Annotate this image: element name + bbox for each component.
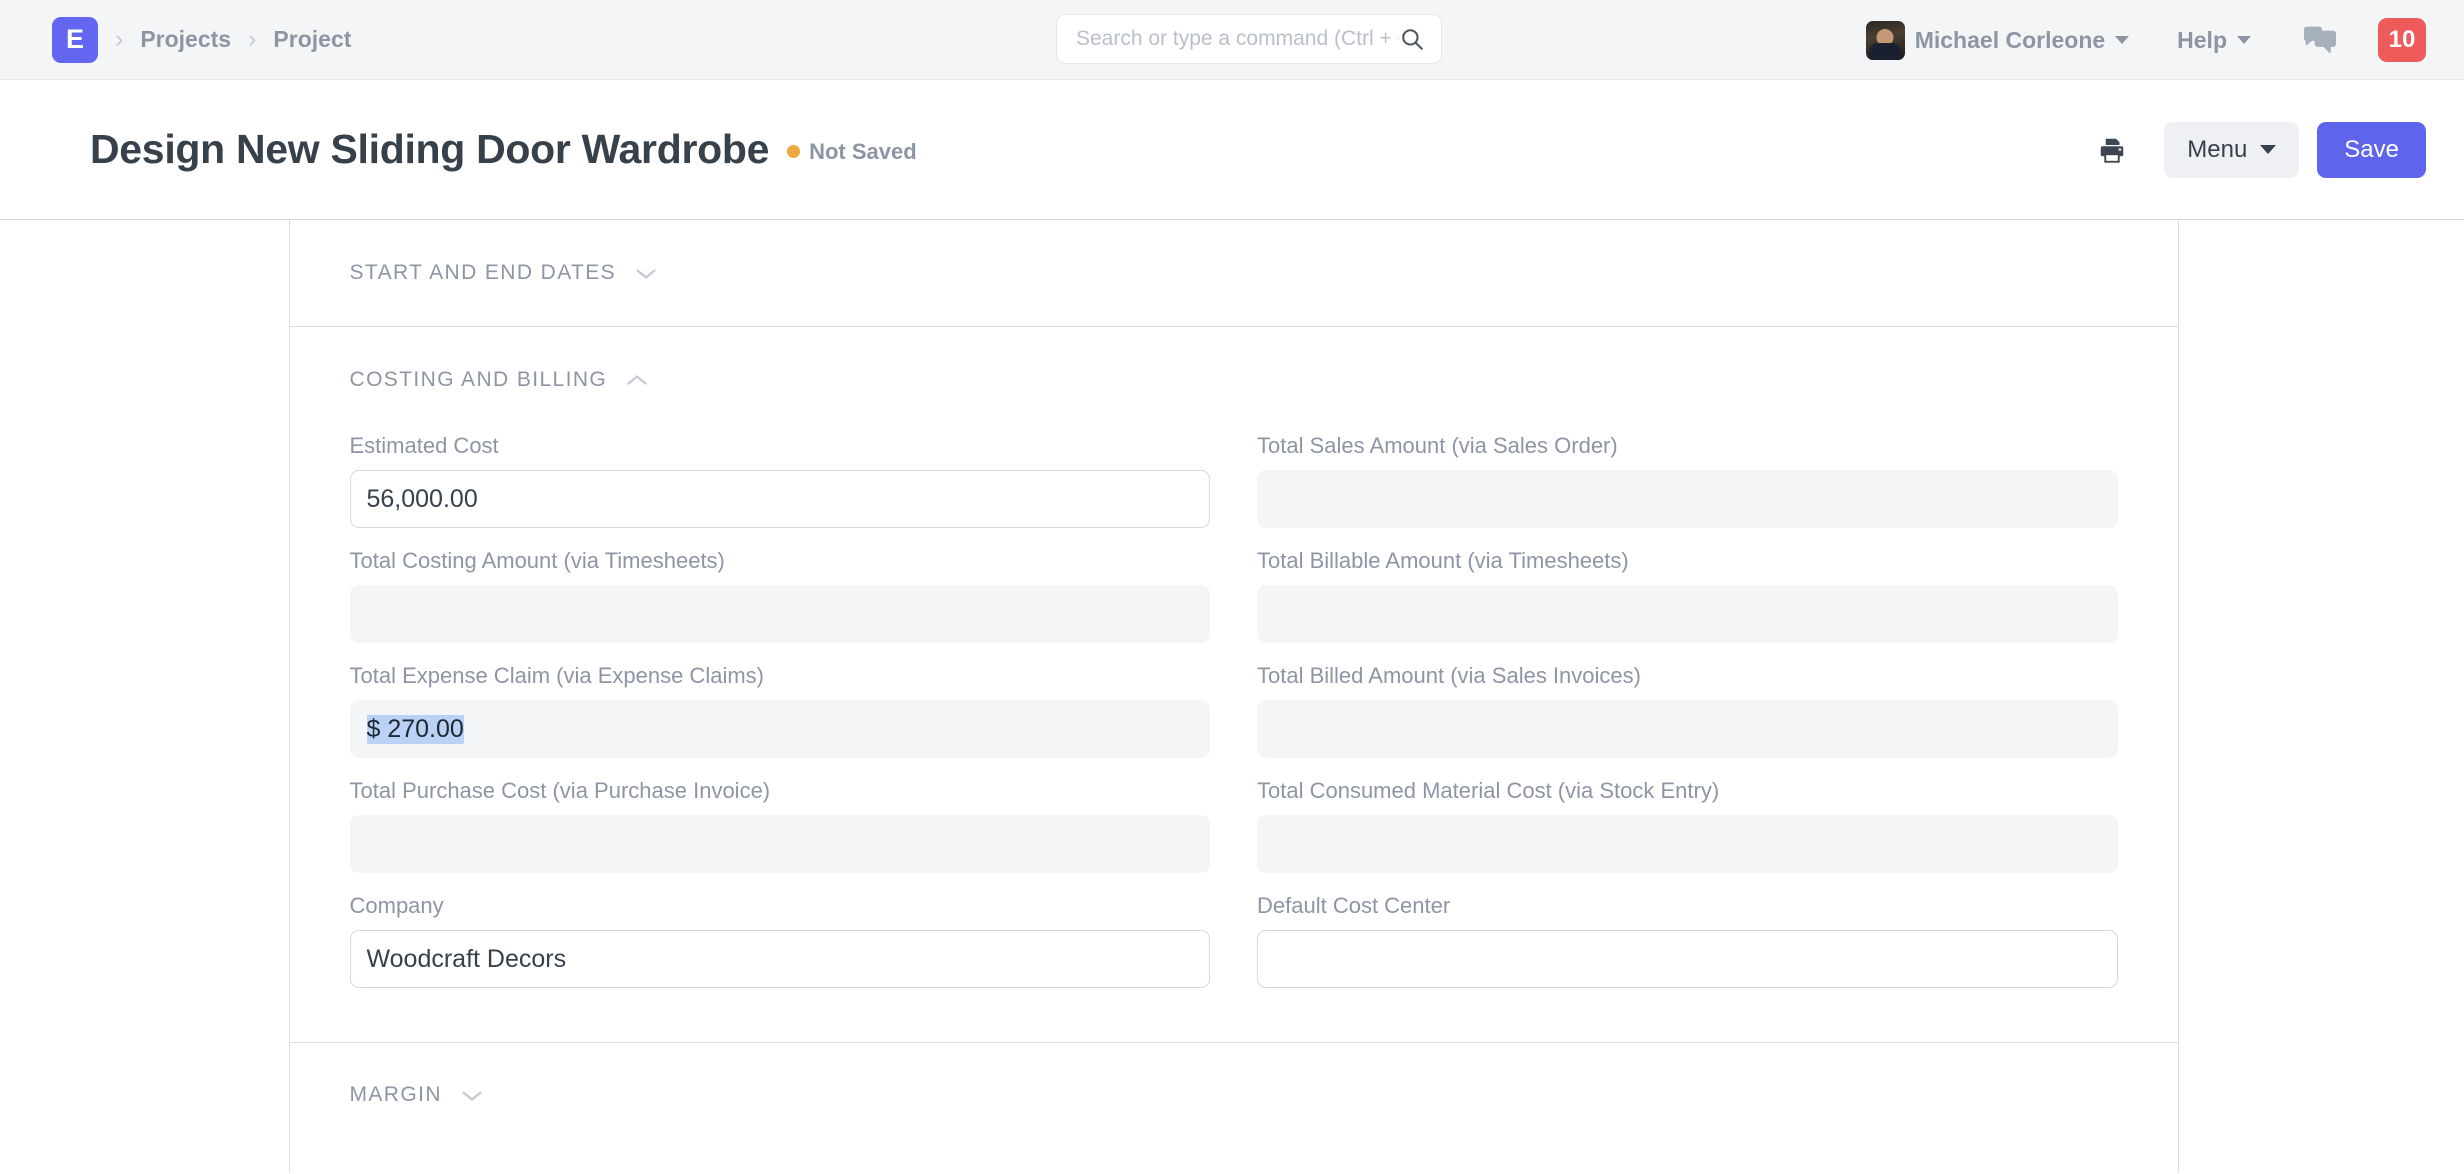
global-search[interactable] <box>1056 14 1442 64</box>
company-input[interactable]: Woodcraft Decors <box>349 930 1210 988</box>
field-total-sales-amount: Total Sales Amount (via Sales Order) <box>1257 433 2118 528</box>
printer-icon <box>2101 138 2124 163</box>
total-expense-claim-value: $ 270.00 <box>349 700 1210 758</box>
field-company: Company Woodcraft Decors <box>349 893 1210 988</box>
field-label: Total Costing Amount (via Timesheets) <box>349 548 725 573</box>
user-menu[interactable]: Michael Corleone <box>1865 20 2130 60</box>
total-costing-amount-value <box>349 585 1210 643</box>
field-total-expense-claim: Total Expense Claim (via Expense Claims)… <box>349 663 1210 758</box>
breadcrumb: E › Projects › Project <box>52 16 351 63</box>
section-header-start-and-end-dates[interactable]: Start and End Dates <box>350 220 2118 326</box>
field-label: Total Purchase Cost (via Purchase Invoic… <box>349 778 771 803</box>
app-logo[interactable]: E <box>52 16 98 63</box>
chevron-down-icon <box>2115 36 2130 44</box>
menu-button[interactable]: Menu <box>2164 121 2300 178</box>
save-button[interactable]: Save <box>2317 121 2426 178</box>
default-cost-center-input[interactable] <box>1257 930 2118 988</box>
section-title: Margin <box>349 1083 442 1106</box>
costing-and-billing-fields: Estimated Cost 56,000.00 Total Sales Amo… <box>349 433 2118 1042</box>
search-input[interactable] <box>1076 27 1399 51</box>
estimated-cost-input[interactable]: 56,000.00 <box>349 470 1210 528</box>
total-purchase-cost-value <box>349 815 1210 873</box>
breadcrumb-separator-icon: › <box>248 25 257 53</box>
section-header-costing-and-billing[interactable]: Costing and Billing <box>350 327 2118 433</box>
field-total-billed-amount: Total Billed Amount (via Sales Invoices) <box>1257 663 2118 758</box>
section-margin: Margin <box>290 1043 2178 1147</box>
page-title: Design New Sliding Door Wardrobe <box>90 126 770 172</box>
breadcrumb-separator-icon: › <box>115 25 124 53</box>
field-total-consumed-material-cost: Total Consumed Material Cost (via Stock … <box>1257 778 2118 873</box>
search-icon <box>1399 26 1425 52</box>
section-start-and-end-dates: Start and End Dates <box>289 220 2178 327</box>
field-total-costing-amount: Total Costing Amount (via Timesheets) <box>349 548 1210 643</box>
total-consumed-material-cost-value <box>1257 815 2118 873</box>
total-billable-amount-value <box>1257 585 2118 643</box>
field-label: Total Sales Amount (via Sales Order) <box>1257 433 1618 458</box>
field-label: Total Billed Amount (via Sales Invoices) <box>1257 663 1641 688</box>
field-total-billable-amount: Total Billable Amount (via Timesheets) <box>1257 548 2118 643</box>
chevron-down-icon[interactable] <box>461 1089 483 1102</box>
print-button[interactable] <box>2086 124 2138 176</box>
section-header-margin[interactable]: Margin <box>350 1043 2118 1147</box>
help-menu[interactable]: Help <box>2177 27 2251 54</box>
section-title: Costing and Billing <box>349 368 608 391</box>
help-menu-label: Help <box>2177 26 2227 53</box>
field-default-cost-center: Default Cost Center <box>1257 893 2118 988</box>
field-label: Company <box>349 893 444 918</box>
field-total-purchase-cost: Total Purchase Cost (via Purchase Invoic… <box>349 778 1210 873</box>
field-estimated-cost: Estimated Cost 56,000.00 <box>349 433 1210 528</box>
total-billed-amount-value <box>1257 700 2118 758</box>
form-container: Start and End Dates Costing and Billing … <box>288 220 2179 1173</box>
chevron-up-icon[interactable] <box>626 374 648 387</box>
breadcrumb-item-project[interactable]: Project <box>273 26 351 53</box>
chevron-down-icon[interactable] <box>635 267 657 280</box>
status-badge: Not Saved <box>787 139 917 165</box>
breadcrumb-item-projects[interactable]: Projects <box>140 26 231 53</box>
section-title: Start and End Dates <box>349 261 617 284</box>
field-label: Total Billable Amount (via Timesheets) <box>1257 548 1629 573</box>
navbar-right-actions: Michael Corleone Help 10 <box>1849 0 2426 80</box>
field-value: 56,000.00 <box>366 484 478 513</box>
top-navbar: E › Projects › Project Michael Corleone … <box>0 0 2464 80</box>
field-label: Estimated Cost <box>349 433 499 458</box>
status-dot-icon <box>787 145 801 158</box>
user-menu-label: Michael Corleone <box>1914 26 2106 53</box>
field-label: Total Consumed Material Cost (via Stock … <box>1257 778 1720 803</box>
chevron-down-icon <box>2260 145 2277 154</box>
notification-badge[interactable]: 10 <box>2378 18 2426 62</box>
page-body: Start and End Dates Costing and Billing … <box>0 220 2464 1173</box>
total-sales-amount-value <box>1257 470 2118 528</box>
field-value: Woodcraft Decors <box>366 944 567 973</box>
field-label: Default Cost Center <box>1257 893 1451 918</box>
menu-button-label: Menu <box>2187 135 2248 163</box>
page-title-group: Design New Sliding Door Wardrobe Not Sav… <box>90 126 917 173</box>
chat-bubbles-icon <box>2304 26 2336 53</box>
section-costing-and-billing: Costing and Billing Estimated Cost 56,00… <box>289 327 2178 1043</box>
status-badge-label: Not Saved <box>809 138 917 164</box>
chat-button[interactable] <box>2301 25 2338 56</box>
field-value: $ 270.00 <box>366 714 464 744</box>
page-header-actions: Menu Save <box>2086 121 2426 178</box>
avatar <box>1865 20 1905 60</box>
page-header: Design New Sliding Door Wardrobe Not Sav… <box>0 80 2464 220</box>
field-label: Total Expense Claim (via Expense Claims) <box>349 663 765 688</box>
chevron-down-icon <box>2237 36 2251 44</box>
